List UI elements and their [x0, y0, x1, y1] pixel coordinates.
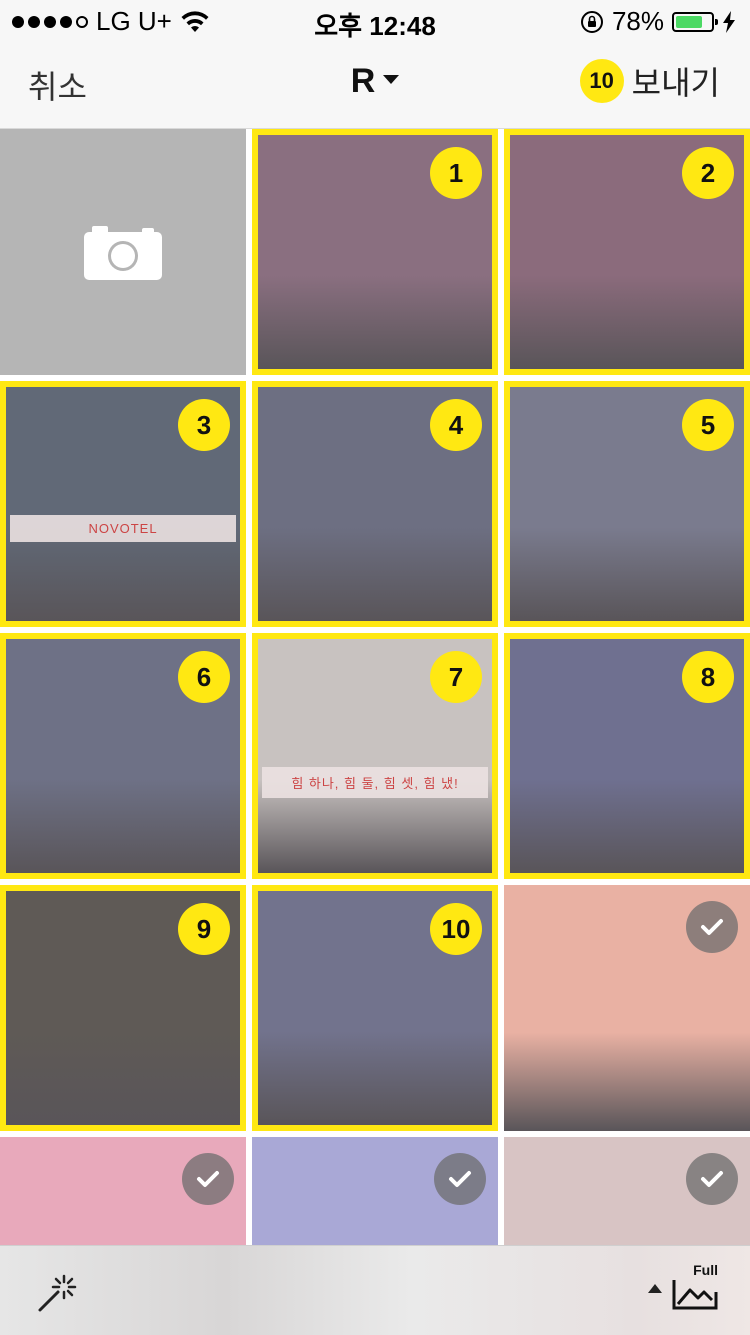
selection-order-badge: 6	[178, 651, 230, 703]
photo-thumbnail[interactable]	[504, 1137, 750, 1245]
photo-grid: 1 2 NOVOTEL 3 4 5 6 힘 하나, 힘 둘, 힘 셋, 힘 냈! 7 8 9 10	[0, 129, 750, 1245]
checkmark-icon[interactable]	[434, 1153, 486, 1205]
selection-order-badge: 5	[682, 399, 734, 451]
full-quality-control[interactable]: Full	[648, 1262, 718, 1310]
photo-thumbnail[interactable]: 1	[252, 129, 498, 375]
send-button[interactable]: 10 보내기	[579, 58, 720, 104]
battery-fill	[676, 15, 702, 28]
checkmark-icon[interactable]	[182, 1153, 234, 1205]
photo-thumbnail[interactable]: 8	[504, 633, 750, 879]
status-bar: LG U+ 오후 12:48 78%	[0, 0, 750, 41]
photo-thumbnail[interactable]: 4	[252, 381, 498, 627]
camera-icon	[84, 226, 162, 280]
chevron-down-icon	[383, 74, 400, 84]
battery-percent: 78%	[611, 6, 664, 36]
photo-caption-text: 힘 하나, 힘 둘, 힘 셋, 힘 냈!	[262, 767, 488, 798]
photo-thumbnail[interactable]: 힘 하나, 힘 둘, 힘 셋, 힘 냈! 7	[252, 633, 498, 879]
selection-order-badge: 3	[178, 399, 230, 451]
battery-icon	[672, 11, 718, 32]
selection-order-badge: 2	[682, 147, 734, 199]
photo-caption-text: NOVOTEL	[10, 515, 236, 542]
photo-thumbnail[interactable]	[504, 885, 750, 1131]
checkmark-icon[interactable]	[686, 901, 738, 953]
selection-order-badge: 1	[430, 147, 482, 199]
bottom-toolbar: Full	[0, 1245, 750, 1335]
photo-thumbnail[interactable]: 2	[504, 129, 750, 375]
photo-thumbnail[interactable]: NOVOTEL 3	[0, 381, 246, 627]
selection-order-badge: 8	[682, 651, 734, 703]
charging-icon	[723, 10, 735, 33]
full-label: Full	[693, 1262, 718, 1278]
send-label: 보내기	[631, 65, 720, 101]
selection-order-badge: 10	[430, 903, 482, 955]
photo-thumbnail[interactable]	[0, 1137, 246, 1245]
status-right: 78%	[580, 6, 736, 37]
navigation-bar: 취소 R 10 보내기	[0, 40, 750, 129]
photo-thumbnail[interactable]	[252, 1137, 498, 1245]
selection-order-badge: 9	[178, 903, 230, 955]
camera-tile[interactable]	[0, 129, 246, 375]
selection-order-badge: 7	[430, 651, 482, 703]
rotation-lock-icon	[580, 10, 603, 33]
chevron-up-icon	[648, 1283, 662, 1293]
photo-thumbnail[interactable]: 10	[252, 885, 498, 1131]
album-title: R	[350, 62, 376, 100]
photo-thumbnail[interactable]: 5	[504, 381, 750, 627]
photo-thumbnail[interactable]: 6	[0, 633, 246, 879]
checkmark-icon[interactable]	[686, 1153, 738, 1205]
photo-thumbnail[interactable]: 9	[0, 885, 246, 1131]
full-image-icon: Full	[672, 1262, 718, 1310]
selected-count-badge: 10	[579, 59, 624, 103]
selection-order-badge: 4	[430, 399, 482, 451]
magic-wand-icon[interactable]	[36, 1272, 78, 1314]
